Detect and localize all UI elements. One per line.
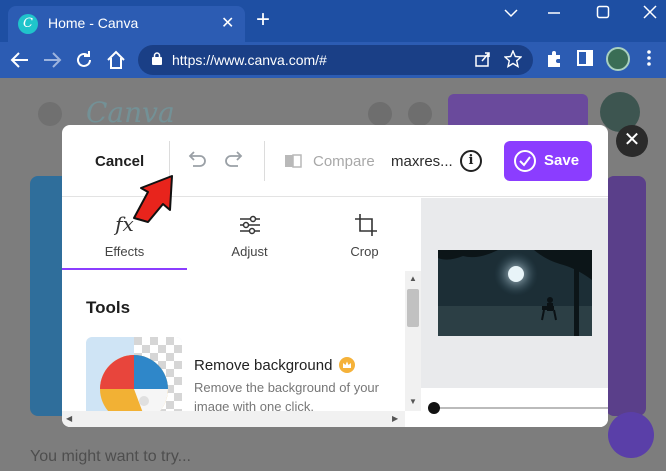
slider-knob[interactable] [428, 402, 440, 414]
tab-title: Home - Canva [48, 15, 139, 31]
horizontal-scrollbar[interactable]: ◀ ▶ [62, 411, 405, 427]
template-card-right [606, 176, 646, 416]
section-title: You might want to try... [30, 448, 191, 465]
lock-icon [152, 52, 162, 65]
undo-icon[interactable] [185, 147, 207, 169]
preview-image[interactable] [438, 250, 592, 336]
menu-kebab-icon[interactable] [640, 49, 658, 67]
window-close-icon[interactable] [643, 5, 657, 19]
browser-titlebar: C Home - Canva ✕ + [0, 0, 666, 42]
tab-crop[interactable]: Crop [302, 198, 427, 270]
adjust-sliders-icon [240, 215, 260, 235]
address-bar[interactable]: https://www.canva.com/# [138, 45, 533, 75]
check-circle-icon [514, 150, 536, 172]
maximize-icon[interactable] [596, 5, 610, 19]
crop-icon [355, 214, 377, 236]
help-icon [368, 102, 392, 126]
tab-search-icon[interactable] [502, 6, 520, 20]
browser-tab[interactable]: C Home - Canva ✕ [8, 6, 245, 42]
cancel-button[interactable]: Cancel [95, 153, 144, 170]
settings-icon [408, 102, 432, 126]
active-tab-indicator [62, 268, 187, 270]
modal-close-button[interactable]: ✕ [616, 125, 648, 157]
minimize-icon[interactable] [547, 10, 561, 16]
compare-button[interactable]: Compare [313, 153, 375, 170]
vertical-scrollbar[interactable]: ▲ ▼ [405, 271, 421, 411]
zoom-slider[interactable] [421, 388, 608, 427]
compare-icon [285, 154, 302, 168]
home-icon[interactable] [104, 48, 128, 72]
save-label: Save [544, 152, 580, 169]
edit-tabs: fx Effects Adjust Crop [62, 198, 422, 270]
slider-track[interactable] [433, 407, 608, 409]
tab-close-icon[interactable]: ✕ [221, 13, 234, 33]
canva-favicon-icon: C [18, 14, 38, 34]
back-icon[interactable] [8, 48, 32, 72]
info-icon[interactable]: i [460, 150, 482, 172]
divider [264, 141, 265, 181]
redo-icon[interactable] [224, 147, 246, 169]
scroll-down-icon[interactable]: ▼ [409, 397, 417, 406]
scroll-left-icon[interactable]: ◀ [66, 414, 72, 423]
browser-toolbar: https://www.canva.com/# [0, 42, 666, 78]
remove-background-title[interactable]: Remove background [194, 357, 332, 374]
remove-background-thumbnail[interactable] [86, 337, 182, 411]
reload-icon[interactable] [72, 48, 96, 72]
new-tab-button[interactable]: + [256, 8, 270, 32]
scroll-up-icon[interactable]: ▲ [409, 274, 417, 283]
beach-ball-image [86, 337, 182, 411]
profile-avatar[interactable] [606, 47, 630, 71]
save-button[interactable]: Save [504, 141, 592, 181]
bookmark-star-icon[interactable] [504, 50, 522, 68]
scroll-right-icon[interactable]: ▶ [392, 414, 398, 423]
tools-heading: Tools [86, 298, 131, 317]
moonlit-scene-image [438, 250, 592, 336]
tab-label: Crop [350, 244, 379, 259]
scrollbar-thumb[interactable] [407, 289, 419, 327]
share-icon[interactable] [474, 50, 492, 68]
forward-icon[interactable] [40, 48, 64, 72]
image-preview-area [421, 198, 608, 388]
extensions-icon[interactable] [545, 49, 563, 67]
tab-label: Effects [104, 244, 145, 259]
url-text: https://www.canva.com/# [172, 52, 327, 68]
pro-crown-icon [339, 357, 355, 373]
hamburger-menu-icon [38, 102, 62, 126]
red-arrow-annotation [133, 175, 173, 223]
help-fab [608, 412, 654, 458]
file-name: maxres... [391, 153, 453, 170]
tab-adjust[interactable]: Adjust [187, 198, 312, 270]
tab-label: Adjust [231, 244, 268, 259]
side-panel-icon[interactable] [576, 49, 594, 67]
